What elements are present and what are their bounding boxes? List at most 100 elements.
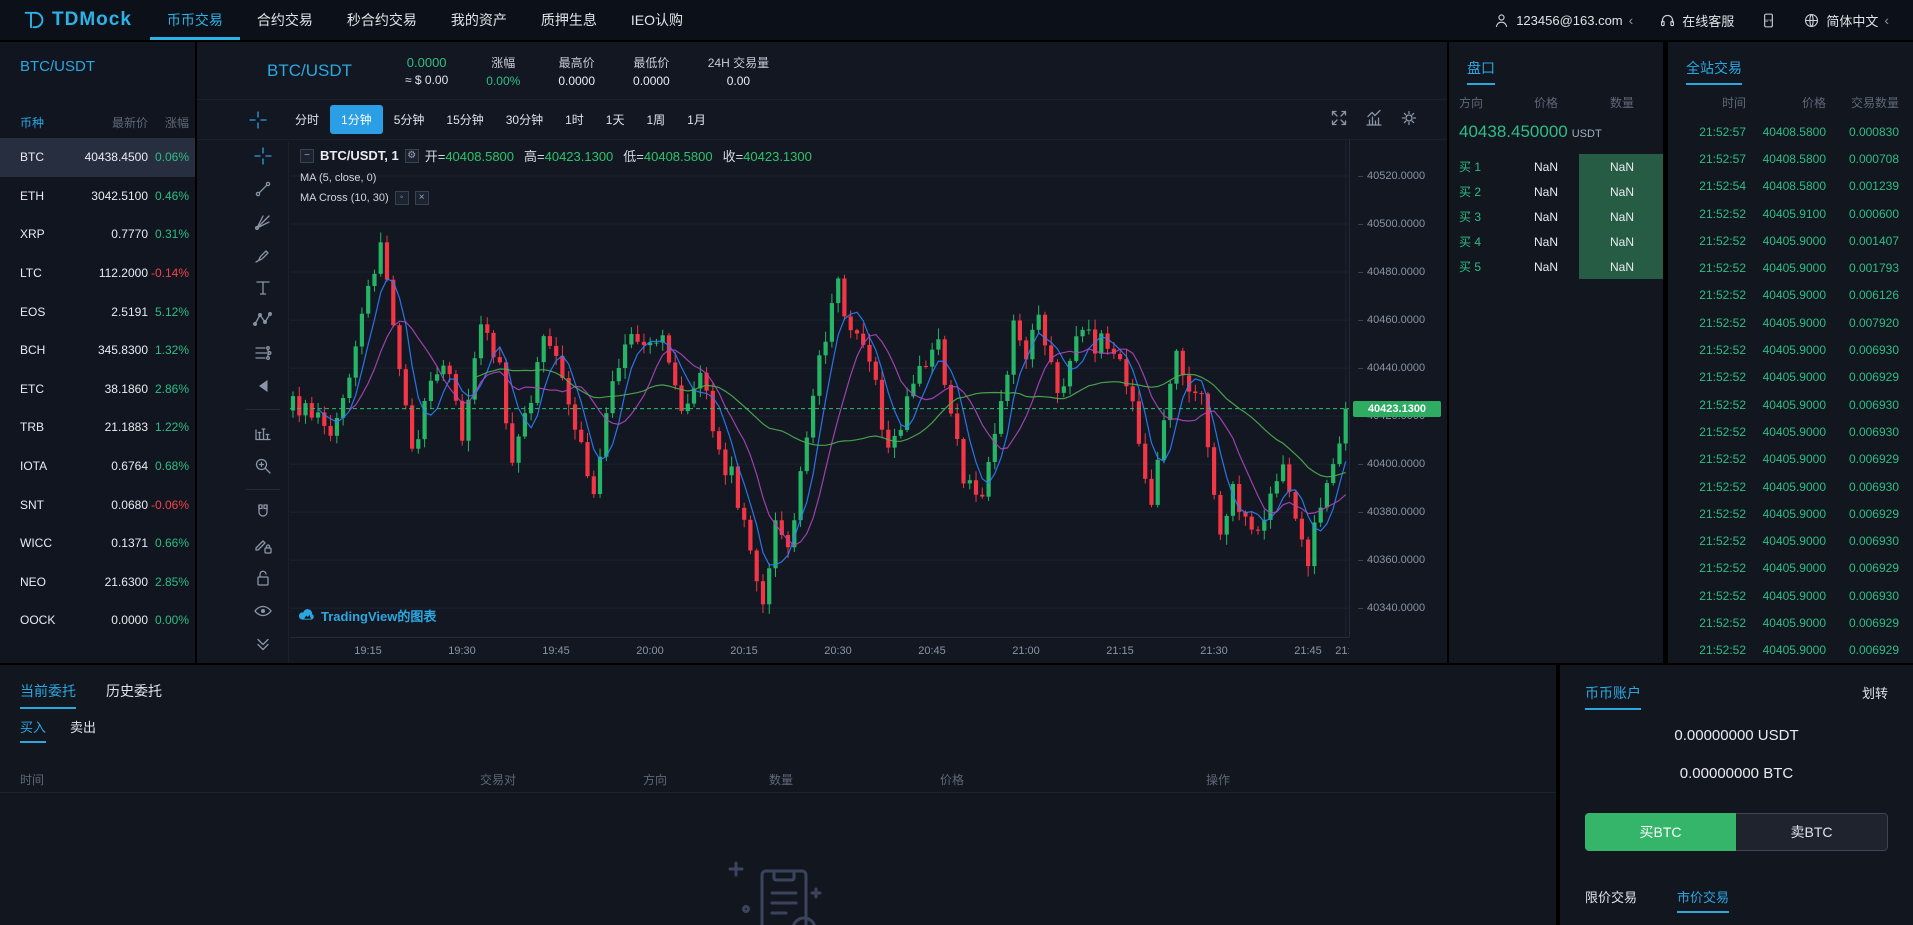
- trade-mode-tab-0[interactable]: 限价交易: [1585, 887, 1637, 913]
- price-tick: 40380.0000: [1358, 506, 1425, 518]
- time-tick: 20:30: [818, 645, 858, 657]
- interval-tab-30m[interactable]: 30分钟: [495, 105, 554, 134]
- nav-item-assets[interactable]: 我的资产: [434, 0, 524, 40]
- candlestick-chart[interactable]: [290, 140, 1349, 637]
- coin-row-XRP[interactable]: XRP 0.7770 0.31%: [0, 215, 195, 254]
- tool-zoom-in[interactable]: [246, 452, 280, 480]
- sell-btc-button[interactable]: 卖BTC: [1736, 813, 1888, 851]
- nav-item-second-contract[interactable]: 秒合约交易: [330, 0, 434, 40]
- indicators-button[interactable]: [1364, 108, 1384, 131]
- trade-price: 40405.9000: [1746, 507, 1826, 521]
- transfer-link[interactable]: 划转: [1862, 683, 1888, 702]
- orders-side-tab-0[interactable]: 买入: [20, 717, 46, 743]
- lock-all-icon: [253, 568, 273, 588]
- language-menu[interactable]: 简体中文: [1803, 11, 1889, 30]
- nav-item-ieo[interactable]: IEO认购: [614, 0, 700, 40]
- orders-tab-0[interactable]: 当前委托: [20, 681, 76, 709]
- coin-row-EOS[interactable]: EOS 2.5191 5.12%: [0, 292, 195, 331]
- tool-crosshair[interactable]: [246, 142, 280, 170]
- order-book-row-3[interactable]: 买 3 NaN NaN: [1449, 204, 1663, 229]
- order-book-row-4[interactable]: 买 4 NaN NaN: [1449, 229, 1663, 254]
- legend-collapse-icon[interactable]: −: [300, 149, 314, 163]
- coin-row-IOTA[interactable]: IOTA 0.6764 0.68%: [0, 447, 195, 486]
- indicators-icon: [1364, 108, 1384, 128]
- trade-row: 21:52:54 40408.5800 0.001239: [1668, 173, 1913, 200]
- fullscreen-button[interactable]: [1329, 108, 1349, 131]
- trade-time: 21:52:52: [1668, 589, 1746, 603]
- tool-hide-all[interactable]: [246, 597, 280, 625]
- coin-row-OOCK[interactable]: OOCK 0.0000 0.00%: [0, 601, 195, 640]
- tool-brush[interactable]: [246, 241, 280, 269]
- tool-lock-all[interactable]: [246, 564, 280, 592]
- tool-more-collapse[interactable]: [246, 630, 280, 658]
- coin-price: 0.1371: [70, 536, 148, 550]
- order-book-row-5[interactable]: 买 5 NaN NaN: [1449, 254, 1663, 279]
- price-tick: 40500.0000: [1358, 218, 1425, 230]
- side-label: 买 1: [1449, 158, 1511, 175]
- interval-tab-1M[interactable]: 1月: [676, 105, 717, 134]
- interval-tab-1w[interactable]: 1周: [635, 105, 676, 134]
- coin-row-SNT[interactable]: SNT 0.0680 -0.06%: [0, 485, 195, 524]
- app-download-button[interactable]: APP: [1760, 12, 1777, 29]
- interval-tab-1h[interactable]: 1时: [554, 105, 595, 134]
- coin-row-BCH[interactable]: BCH 345.8300 1.32%: [0, 331, 195, 370]
- legend-settings-icon[interactable]: ⚙: [405, 149, 419, 163]
- interval-tab-1m[interactable]: 1分钟: [330, 105, 383, 134]
- tradingview-attribution[interactable]: TradingView的图表: [297, 606, 436, 625]
- tool-gann-fan[interactable]: [246, 208, 280, 236]
- time-tick: 21:00: [1006, 645, 1046, 657]
- drawing-mode-lock-icon: [253, 535, 273, 555]
- nav-item-staking[interactable]: 质押生息: [524, 0, 614, 40]
- trade-mode-tab-1[interactable]: 市价交易: [1677, 887, 1729, 913]
- tool-text[interactable]: [246, 274, 280, 302]
- interval-tab-15m[interactable]: 15分钟: [435, 105, 494, 134]
- indicator-hide-icon[interactable]: [395, 191, 409, 205]
- coin-row-ETH[interactable]: ETH 3042.5100 0.46%: [0, 177, 195, 216]
- interval-tab-time[interactable]: 分时: [284, 105, 330, 134]
- coin-row-NEO[interactable]: NEO 21.6300 2.85%: [0, 563, 195, 602]
- orders-col-3: 数量: [769, 771, 793, 788]
- trade-row: 21:52:52 40405.9000 0.006929: [1668, 555, 1913, 582]
- coin-row-ETC[interactable]: ETC 38.1860 2.86%: [0, 370, 195, 409]
- tool-arrow-left[interactable]: [246, 372, 280, 400]
- tool-magnet[interactable]: [246, 499, 280, 527]
- tool-long-short-position[interactable]: [246, 339, 280, 367]
- interval-tab-5m[interactable]: 5分钟: [383, 105, 436, 134]
- order-book-row-1[interactable]: 买 1 NaN NaN: [1449, 154, 1663, 179]
- crosshair-mode-icon[interactable]: [248, 110, 268, 130]
- trade-qty: 0.006929: [1826, 643, 1913, 657]
- stat-最低价: 最低价0.0000: [633, 54, 670, 88]
- trade-qty: 0.000708: [1826, 152, 1913, 166]
- buy-btc-button[interactable]: 买BTC: [1585, 813, 1736, 851]
- coin-row-WICC[interactable]: WICC 0.1371 0.66%: [0, 524, 195, 563]
- coin-row-BTC[interactable]: BTC 40438.4500 0.06%: [0, 138, 195, 177]
- price-axis[interactable]: 40520.000040500.000040480.000040460.0000…: [1349, 140, 1447, 637]
- interval-tab-1d[interactable]: 1天: [595, 105, 636, 134]
- tool-xabcd-pattern[interactable]: [246, 306, 280, 334]
- online-support-link[interactable]: 在线客服: [1659, 11, 1734, 30]
- trade-time: 21:52:52: [1668, 370, 1746, 384]
- orders-tab-1[interactable]: 历史委托: [106, 681, 162, 709]
- tool-bar-prediction[interactable]: [246, 419, 280, 447]
- trades-title[interactable]: 全站交易: [1686, 58, 1742, 85]
- nav-item-spot[interactable]: 币币交易: [150, 0, 240, 40]
- trade-price: 40405.9000: [1746, 452, 1826, 466]
- ohlc-item: 收=40423.1300: [723, 146, 812, 165]
- orders-side-tab-1[interactable]: 卖出: [70, 717, 96, 743]
- tool-drawing-mode-lock[interactable]: [246, 531, 280, 559]
- account-title[interactable]: 币币账户: [1585, 683, 1641, 710]
- brand-logo[interactable]: TDMock: [0, 8, 150, 32]
- account-menu[interactable]: 123456@163.com: [1493, 12, 1633, 29]
- settings-button[interactable]: [1399, 108, 1419, 131]
- bid-qty: NaN: [1581, 260, 1663, 274]
- coin-price: 0.6764: [70, 459, 148, 473]
- coin-row-TRB[interactable]: TRB 21.1883 1.22%: [0, 408, 195, 447]
- tool-trend-line[interactable]: [246, 175, 280, 203]
- time-axis[interactable]: 19:1519:3019:4520:0020:1520:3020:4521:00…: [290, 637, 1349, 663]
- indicator-close-icon[interactable]: [415, 191, 429, 205]
- order-book-row-2[interactable]: 买 2 NaN NaN: [1449, 179, 1663, 204]
- trade-qty: 0.001239: [1826, 179, 1913, 193]
- coin-row-LTC[interactable]: LTC 112.2000 -0.14%: [0, 254, 195, 293]
- nav-item-contract[interactable]: 合约交易: [240, 0, 330, 40]
- order-book-title[interactable]: 盘口: [1467, 58, 1495, 85]
